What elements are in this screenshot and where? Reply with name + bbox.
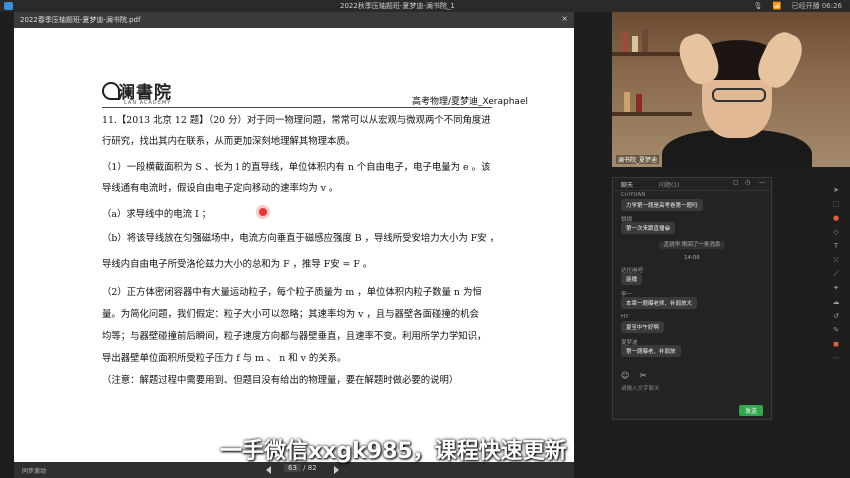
sync-scroll-toggle[interactable]: 同步滚动 (22, 466, 46, 475)
eraser-icon[interactable]: ◇ (831, 228, 841, 236)
tab-questions[interactable]: 问题(1) (659, 180, 680, 189)
chat-icon[interactable]: ◼ (831, 340, 841, 348)
annotation-toolbar: ➤ ⬚ ● ◇ T ⤫ ⟋ ✦ ☁ ↺ ✎ ◼ ⋯ (826, 180, 846, 362)
more-icon[interactable]: ⋯ (831, 354, 841, 362)
chat-tabs: 聊天 问题(1) ▢ ◷ — (613, 178, 771, 191)
page-indicator: 63 / 82 (284, 464, 317, 472)
page-header-author: 高考物理/夏梦迪_Xeraphael (411, 97, 528, 107)
tab-chat[interactable]: 聊天 (621, 180, 633, 189)
pdf-page: 澜書院 LAN ACADEMY 高考物理/夏梦迪_Xeraphael 11.【2… (14, 28, 574, 476)
header-divider (102, 107, 492, 108)
line-icon[interactable]: ⟋ (831, 270, 841, 278)
undo-icon[interactable]: ↺ (831, 312, 841, 320)
laser-icon[interactable]: ✦ (831, 284, 841, 292)
settings-icon[interactable]: ◷ (745, 179, 750, 186)
question-line: （注意：解题过程中需要用到、但题目没有给出的物理量，要在解题时做必要的说明） (102, 375, 459, 386)
book (636, 94, 642, 112)
page-number-input[interactable]: 63 (284, 464, 301, 472)
question-line: 导线通有电流时，假设自由电子定向移动的速率均为 v 。 (102, 183, 339, 194)
emoji-icon[interactable]: ☺ (621, 371, 629, 380)
glasses (712, 88, 766, 102)
bookshelf (612, 112, 692, 116)
question-line: 均等；与器壁碰撞前后瞬间，粒子速度方向都与器壁垂直，且速率不变。利用所学力学知识… (102, 331, 487, 342)
chat-input[interactable]: 请输入文字聊天 (621, 384, 660, 392)
question-line: 量。为简化问题，我们假定：粒子大小可以忽略；其速率均为 v ，且与器壁各面碰撞的… (102, 309, 479, 320)
question-line: 导线内自由电子所受洛伦兹力大小的总和为 F ，推导 F安 = F 。 (102, 259, 373, 270)
book (632, 36, 638, 52)
chat-timestamp: 14:06 (684, 255, 700, 261)
live-timer: 已经开播 06:26 (791, 2, 842, 10)
scissors-icon[interactable]: ✂ (640, 371, 647, 380)
shape-icon[interactable]: ⤫ (831, 256, 841, 264)
chat-message: 本章一题曝老师、补弱放大 (621, 297, 698, 309)
pointer-icon[interactable]: ➤ (831, 186, 841, 194)
chat-message: 能播 (621, 273, 643, 285)
minimize-icon[interactable]: — (759, 179, 765, 186)
book (622, 32, 628, 52)
chat-message: 夏至中午好啊 (621, 321, 665, 333)
chat-tools: ☺ ✂ (621, 371, 647, 380)
question-line: （2）正方体密闭容器中有大量运动粒子，每个粒子质量为 m ，单位体积内粒子数量 … (102, 287, 482, 298)
pdf-filename: 2022春季压轴题班-夏梦迪-澜书院.pdf (20, 16, 141, 24)
title-bar: 2022秋季压轴题班-夏梦迪-澜书院_1 🎙 📶 已经开播 06:26 (0, 0, 850, 12)
system-message: 孟锐华 刚回了一条消息 (613, 240, 771, 249)
brand-english: LAN ACADEMY (124, 100, 172, 106)
book (642, 30, 648, 52)
laser-pointer-icon (259, 208, 267, 216)
send-button[interactable]: 发送 (738, 405, 763, 416)
webcam-feed: 澜书院_夏梦迪 (612, 12, 850, 167)
close-icon[interactable]: × (561, 14, 568, 23)
question-line: 11.【2013 北京 12 题】（20 分）对于同一物理问题，常常可以从宏观与… (102, 115, 491, 126)
pdf-header: 2022春季压轴题班-夏梦迪-澜书院.pdf × (14, 12, 574, 28)
app-logo-icon (4, 2, 13, 10)
text-icon[interactable]: T (831, 242, 841, 250)
book (624, 92, 630, 112)
pen-icon[interactable]: ● (831, 214, 841, 222)
watermark-overlay-text: 一手微信xxgk985，课程快速更新 (220, 439, 567, 464)
question-line: （1）一段横截面积为 S 、长为 l 的直导线，单位体积内有 n 个自由电子，电… (102, 162, 491, 173)
select-icon[interactable]: ⬚ (831, 200, 841, 208)
chat-username: CiriYUAN (621, 192, 646, 198)
webcam-label: 澜书院_夏梦迪 (616, 155, 660, 164)
chat-message: 第一次来跟直播😁 (621, 222, 676, 234)
pdf-viewer: 2022春季压轴题班-夏梦迪-澜书院.pdf × 澜書院 LAN ACADEMY… (14, 12, 574, 478)
chat-message: 力学第一题是高考卷第一题吗 (621, 199, 703, 211)
window-title: 2022秋季压轴题班-夏梦迪-澜书院_1 (340, 2, 455, 10)
chat-username: HY (621, 314, 629, 320)
cloud-icon[interactable]: ☁ (831, 298, 841, 306)
question-line: （b）将该导线放在匀强磁场中，电流方向垂直于磁感应强度 B ，导线所受安培力大小… (102, 233, 499, 244)
question-line: 导出器壁单位面积所受粒子压力 f 与 m 、 n 和 v 的关系。 (102, 353, 347, 364)
wifi-icon: 📶 (772, 2, 782, 10)
edit-icon[interactable]: ✎ (831, 326, 841, 334)
prev-page-icon[interactable] (266, 466, 271, 474)
next-page-icon[interactable] (334, 466, 339, 474)
mic-icon[interactable]: 🎙 (754, 2, 763, 10)
titlebar-status: 🎙 📶 已经开播 06:26 (746, 1, 842, 11)
page-total: / 82 (303, 464, 317, 472)
chat-message: 第一题曝老、补弱放 (621, 345, 681, 357)
chat-panel: 聊天 问题(1) ▢ ◷ — CiriYUAN 力学第一题是高考卷第一题吗 锅锅… (612, 177, 772, 420)
question-line: 行研究，找出其内在联系，从而更加深刻地理解其物理本质。 (102, 136, 356, 147)
question-line: （a）求导线中的电流 I ； (102, 209, 212, 220)
popout-icon[interactable]: ▢ (733, 179, 739, 186)
